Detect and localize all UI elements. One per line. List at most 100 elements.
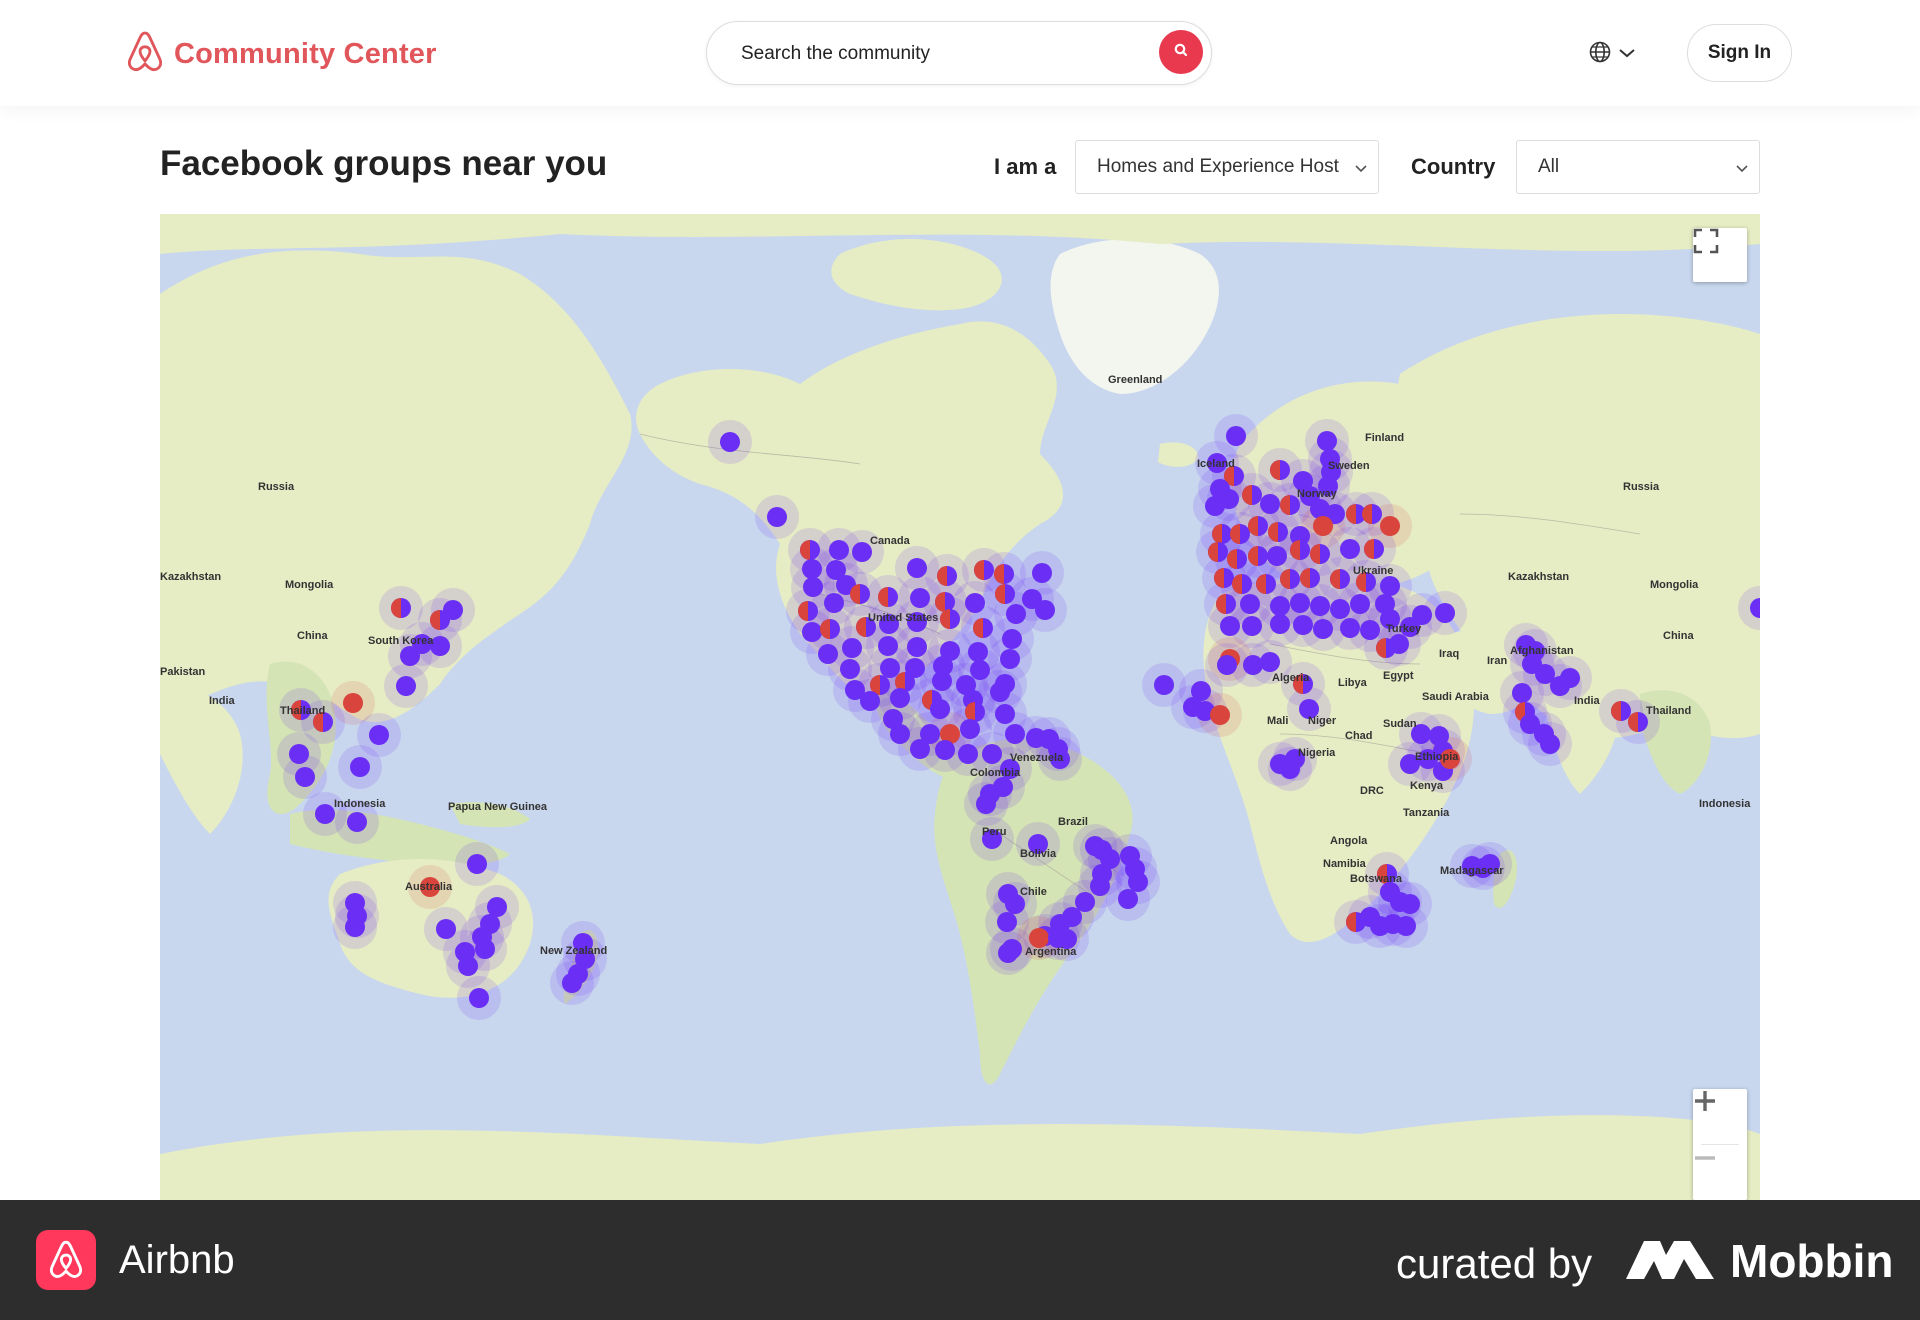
group-marker[interactable] [1217, 655, 1237, 675]
community-center-logo[interactable]: Community Center [126, 30, 437, 79]
group-marker[interactable] [829, 540, 849, 560]
group-marker[interactable] [890, 688, 910, 708]
group-marker[interactable] [1260, 652, 1280, 672]
group-marker[interactable] [890, 724, 910, 744]
group-marker[interactable] [1360, 620, 1380, 640]
group-marker[interactable] [347, 812, 367, 832]
group-marker[interactable] [1226, 426, 1246, 446]
group-marker[interactable] [1290, 593, 1310, 613]
group-marker[interactable] [1396, 916, 1416, 936]
search-input[interactable]: Search the community [741, 43, 930, 65]
sign-in-button[interactable]: Sign In [1687, 24, 1792, 82]
group-marker[interactable] [1260, 494, 1280, 514]
group-marker[interactable] [803, 577, 823, 597]
group-marker[interactable] [840, 659, 860, 679]
group-marker[interactable] [343, 693, 363, 713]
group-marker[interactable] [1002, 629, 1022, 649]
group-marker[interactable] [1340, 539, 1360, 559]
group-marker[interactable] [1540, 734, 1560, 754]
group-marker[interactable] [1560, 668, 1580, 688]
group-marker[interactable] [802, 559, 822, 579]
group-marker[interactable] [935, 740, 955, 760]
group-marker[interactable] [880, 658, 900, 678]
group-marker[interactable] [400, 646, 420, 666]
group-marker[interactable] [1240, 594, 1260, 614]
group-marker[interactable] [976, 794, 996, 814]
group-marker[interactable] [878, 636, 898, 656]
group-marker[interactable] [1435, 603, 1455, 623]
group-marker[interactable] [767, 507, 787, 527]
group-marker[interactable] [910, 588, 930, 608]
group-marker[interactable] [1270, 614, 1290, 634]
group-marker[interactable] [1242, 616, 1262, 636]
group-marker[interactable] [1118, 889, 1138, 909]
group-marker[interactable] [1000, 649, 1020, 669]
group-marker[interactable] [990, 682, 1010, 702]
group-marker[interactable] [1270, 596, 1290, 616]
community-search-bar[interactable]: Search the community [706, 21, 1212, 85]
group-marker[interactable] [930, 699, 950, 719]
group-marker[interactable] [1029, 928, 1049, 948]
group-marker[interactable] [960, 719, 980, 739]
group-marker[interactable] [1210, 705, 1230, 725]
search-button[interactable] [1159, 30, 1203, 74]
group-marker[interactable] [1267, 546, 1287, 566]
group-marker[interactable] [1090, 876, 1110, 896]
group-marker[interactable] [1313, 516, 1333, 536]
group-marker[interactable] [958, 744, 978, 764]
group-marker[interactable] [345, 917, 365, 937]
group-marker[interactable] [1380, 516, 1400, 536]
group-marker[interactable] [289, 744, 309, 764]
group-marker[interactable] [1154, 675, 1174, 695]
group-marker[interactable] [315, 804, 335, 824]
group-marker[interactable] [475, 939, 495, 959]
group-marker[interactable] [907, 637, 927, 657]
group-marker[interactable] [1380, 576, 1400, 596]
group-marker[interactable] [469, 988, 489, 1008]
group-marker[interactable] [1310, 499, 1330, 519]
group-marker[interactable] [1317, 431, 1337, 451]
group-marker[interactable] [932, 671, 952, 691]
group-marker[interactable] [1340, 618, 1360, 638]
group-marker[interactable] [1330, 599, 1350, 619]
language-selector[interactable] [1588, 40, 1636, 69]
group-marker[interactable] [860, 691, 880, 711]
group-marker[interactable] [1293, 615, 1313, 635]
group-marker[interactable] [982, 744, 1002, 764]
group-marker[interactable] [369, 725, 389, 745]
group-marker[interactable] [1220, 616, 1240, 636]
group-marker[interactable] [995, 704, 1015, 724]
group-marker[interactable] [965, 593, 985, 613]
role-select[interactable]: Homes and Experience Host [1075, 140, 1379, 194]
fullscreen-button[interactable] [1693, 228, 1747, 282]
group-marker[interactable] [818, 644, 838, 664]
group-marker[interactable] [1400, 894, 1420, 914]
group-marker[interactable] [1005, 724, 1025, 744]
group-marker[interactable] [458, 956, 478, 976]
group-marker[interactable] [907, 558, 927, 578]
group-marker[interactable] [1313, 619, 1333, 639]
group-marker[interactable] [467, 854, 487, 874]
group-marker[interactable] [852, 542, 872, 562]
group-marker[interactable] [295, 767, 315, 787]
group-marker[interactable] [910, 739, 930, 759]
country-select[interactable]: All [1516, 140, 1760, 194]
group-marker[interactable] [970, 660, 990, 680]
group-marker[interactable] [968, 642, 988, 662]
group-marker[interactable] [802, 622, 822, 642]
world-map-canvas[interactable]: Greenland Finland Sweden Norway Iceland … [160, 214, 1760, 1200]
group-marker[interactable] [998, 943, 1018, 963]
group-marker[interactable] [842, 638, 862, 658]
group-marker[interactable] [1035, 600, 1055, 620]
group-marker[interactable] [436, 919, 456, 939]
group-marker[interactable] [1512, 683, 1532, 703]
group-marker[interactable] [350, 757, 370, 777]
group-marker[interactable] [1243, 655, 1263, 675]
groups-map[interactable]: Greenland Finland Sweden Norway Iceland … [160, 214, 1760, 1200]
group-marker[interactable] [824, 593, 844, 613]
group-marker[interactable] [1032, 563, 1052, 583]
group-marker[interactable] [562, 973, 582, 993]
group-marker[interactable] [1310, 596, 1330, 616]
group-marker[interactable] [997, 912, 1017, 932]
group-marker[interactable] [1128, 872, 1148, 892]
